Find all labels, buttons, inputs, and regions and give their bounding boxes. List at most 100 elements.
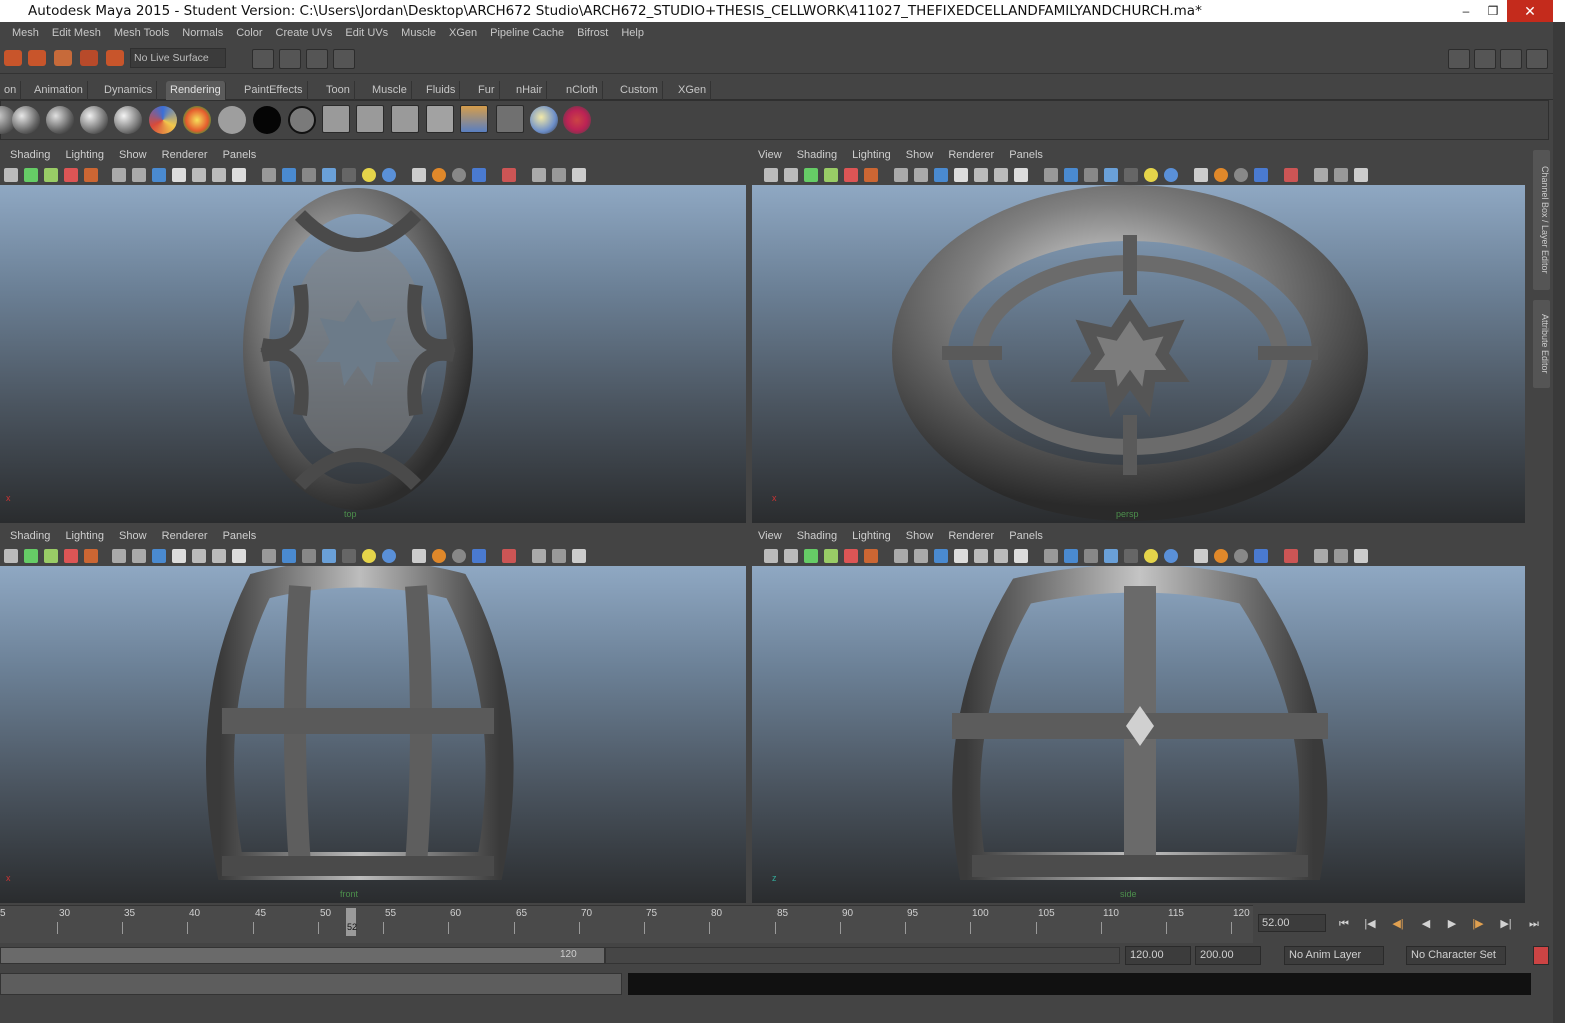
xray-icon[interactable] (322, 168, 336, 182)
share-icon[interactable] (1354, 549, 1368, 563)
camera-attributes-icon[interactable] (844, 168, 858, 182)
layered-shader-icon[interactable] (288, 106, 316, 134)
lock-camera-icon[interactable] (784, 549, 798, 563)
smooth-shade-icon[interactable] (1064, 549, 1078, 563)
isolate-select-icon[interactable] (1284, 168, 1298, 182)
light-linking-icon[interactable] (530, 106, 558, 134)
gate-mask-icon[interactable] (954, 549, 968, 563)
menu-shading[interactable]: Shading (10, 530, 50, 542)
field-chart-icon[interactable] (192, 168, 206, 182)
paint-brush-icon[interactable] (563, 106, 591, 134)
screen-space-ao-icon[interactable] (1194, 549, 1208, 563)
use-all-lights-icon[interactable] (362, 168, 376, 182)
toggle-channel-box-icon[interactable] (1526, 49, 1548, 69)
lambert-icon[interactable] (12, 106, 40, 134)
select-camera-icon[interactable] (4, 168, 18, 182)
menu-normals[interactable]: Normals (182, 27, 223, 39)
menu-renderer[interactable]: Renderer (948, 530, 994, 542)
motion-blur-icon[interactable] (432, 549, 446, 563)
shadows-icon[interactable] (1164, 168, 1178, 182)
toggle-attribute-editor-icon[interactable] (1474, 49, 1496, 69)
grid-icon[interactable] (112, 168, 126, 182)
shelf-tab-dynamics[interactable]: Dynamics (100, 81, 158, 100)
safe-title-icon[interactable] (1014, 168, 1028, 182)
2d-pan-zoom-icon[interactable] (864, 168, 878, 182)
channel-box-tab[interactable]: Channel Box / Layer Editor (1533, 150, 1550, 290)
menu-xgen[interactable]: XGen (449, 27, 477, 39)
menu-renderer[interactable]: Renderer (162, 530, 208, 542)
shelf-tab-fur[interactable]: Fur (474, 81, 500, 100)
minimize-button[interactable]: – (1452, 0, 1480, 22)
menu-mesh[interactable]: Mesh (12, 27, 39, 39)
render-view-shelf-icon[interactable] (496, 105, 524, 133)
field-chart-icon[interactable] (974, 168, 988, 182)
shadows-icon[interactable] (1164, 549, 1178, 563)
wireframe-icon[interactable] (1044, 168, 1058, 182)
camera-attributes-icon[interactable] (64, 549, 78, 563)
textured-icon[interactable] (1124, 168, 1138, 182)
depth-of-field-icon[interactable] (1254, 549, 1268, 563)
anisotropic-icon[interactable] (149, 106, 177, 134)
use-all-lights-icon[interactable] (362, 549, 376, 563)
bookmark-icon[interactable] (804, 168, 818, 182)
image-plane-icon[interactable] (824, 168, 838, 182)
wireframe-icon[interactable] (1044, 549, 1058, 563)
step-forward-key-button[interactable]: ▶| (1496, 916, 1516, 932)
grid-icon[interactable] (894, 168, 908, 182)
grid-icon[interactable] (112, 549, 126, 563)
resolution-gate-icon[interactable] (934, 549, 948, 563)
share-icon[interactable] (1354, 168, 1368, 182)
resolution-gate-icon[interactable] (934, 168, 948, 182)
image-plane-icon[interactable] (824, 549, 838, 563)
xray-active-components-icon[interactable] (1334, 168, 1348, 182)
batch-render-icon[interactable] (391, 105, 419, 133)
resolution-gate-icon[interactable] (152, 549, 166, 563)
safe-action-icon[interactable] (994, 549, 1008, 563)
xray-active-components-icon[interactable] (1334, 549, 1348, 563)
select-camera-icon[interactable] (764, 549, 778, 563)
make-live-icon[interactable] (106, 50, 124, 66)
shelf-tab-animation[interactable]: Animation (30, 81, 88, 100)
resolution-gate-icon[interactable] (152, 168, 166, 182)
safe-title-icon[interactable] (232, 168, 246, 182)
film-gate-icon[interactable] (132, 549, 146, 563)
mel-command-input[interactable] (0, 973, 622, 995)
depth-of-field-icon[interactable] (472, 549, 486, 563)
step-back-frame-button[interactable]: ◀| (1388, 916, 1408, 932)
xray-icon[interactable] (1104, 168, 1118, 182)
xray-joints-icon[interactable] (532, 549, 546, 563)
depth-of-field-icon[interactable] (472, 168, 486, 182)
render-settings-shelf-icon[interactable] (426, 105, 454, 133)
safe-title-icon[interactable] (1014, 549, 1028, 563)
field-chart-icon[interactable] (192, 549, 206, 563)
wireframe-on-shaded-icon[interactable] (1084, 549, 1098, 563)
xray-joints-icon[interactable] (1314, 549, 1328, 563)
menu-lighting[interactable]: Lighting (852, 149, 891, 161)
multisample-aa-icon[interactable] (452, 549, 466, 563)
range-slider-track[interactable] (605, 947, 1120, 964)
safe-action-icon[interactable] (212, 168, 226, 182)
multisample-aa-icon[interactable] (1234, 549, 1248, 563)
shelf-tab-xgen[interactable]: XGen (674, 81, 712, 100)
image-plane-icon[interactable] (44, 168, 58, 182)
play-backwards-button[interactable]: ◀ (1416, 916, 1436, 932)
bookmark-icon[interactable] (24, 168, 38, 182)
select-camera-icon[interactable] (4, 549, 18, 563)
end-time-field[interactable]: 120.00 (1125, 946, 1191, 965)
xray-active-components-icon[interactable] (552, 549, 566, 563)
ramp-shader-icon[interactable] (183, 106, 211, 134)
go-to-end-button[interactable]: ⏭ (1524, 916, 1544, 932)
hypershade-icon[interactable] (460, 105, 488, 133)
smooth-shade-icon[interactable] (282, 549, 296, 563)
select-camera-icon[interactable] (764, 168, 778, 182)
gate-mask-icon[interactable] (954, 168, 968, 182)
ipr-icon[interactable] (356, 105, 384, 133)
menu-panels[interactable]: Panels (1009, 530, 1043, 542)
snap-to-view-plane-icon[interactable] (80, 50, 98, 66)
menu-shading[interactable]: Shading (797, 530, 837, 542)
xray-joints-icon[interactable] (1314, 168, 1328, 182)
wireframe-icon[interactable] (262, 549, 276, 563)
motion-blur-icon[interactable] (1214, 168, 1228, 182)
2d-pan-zoom-icon[interactable] (84, 549, 98, 563)
anim-layer-dropdown[interactable]: No Anim Layer (1284, 946, 1384, 965)
